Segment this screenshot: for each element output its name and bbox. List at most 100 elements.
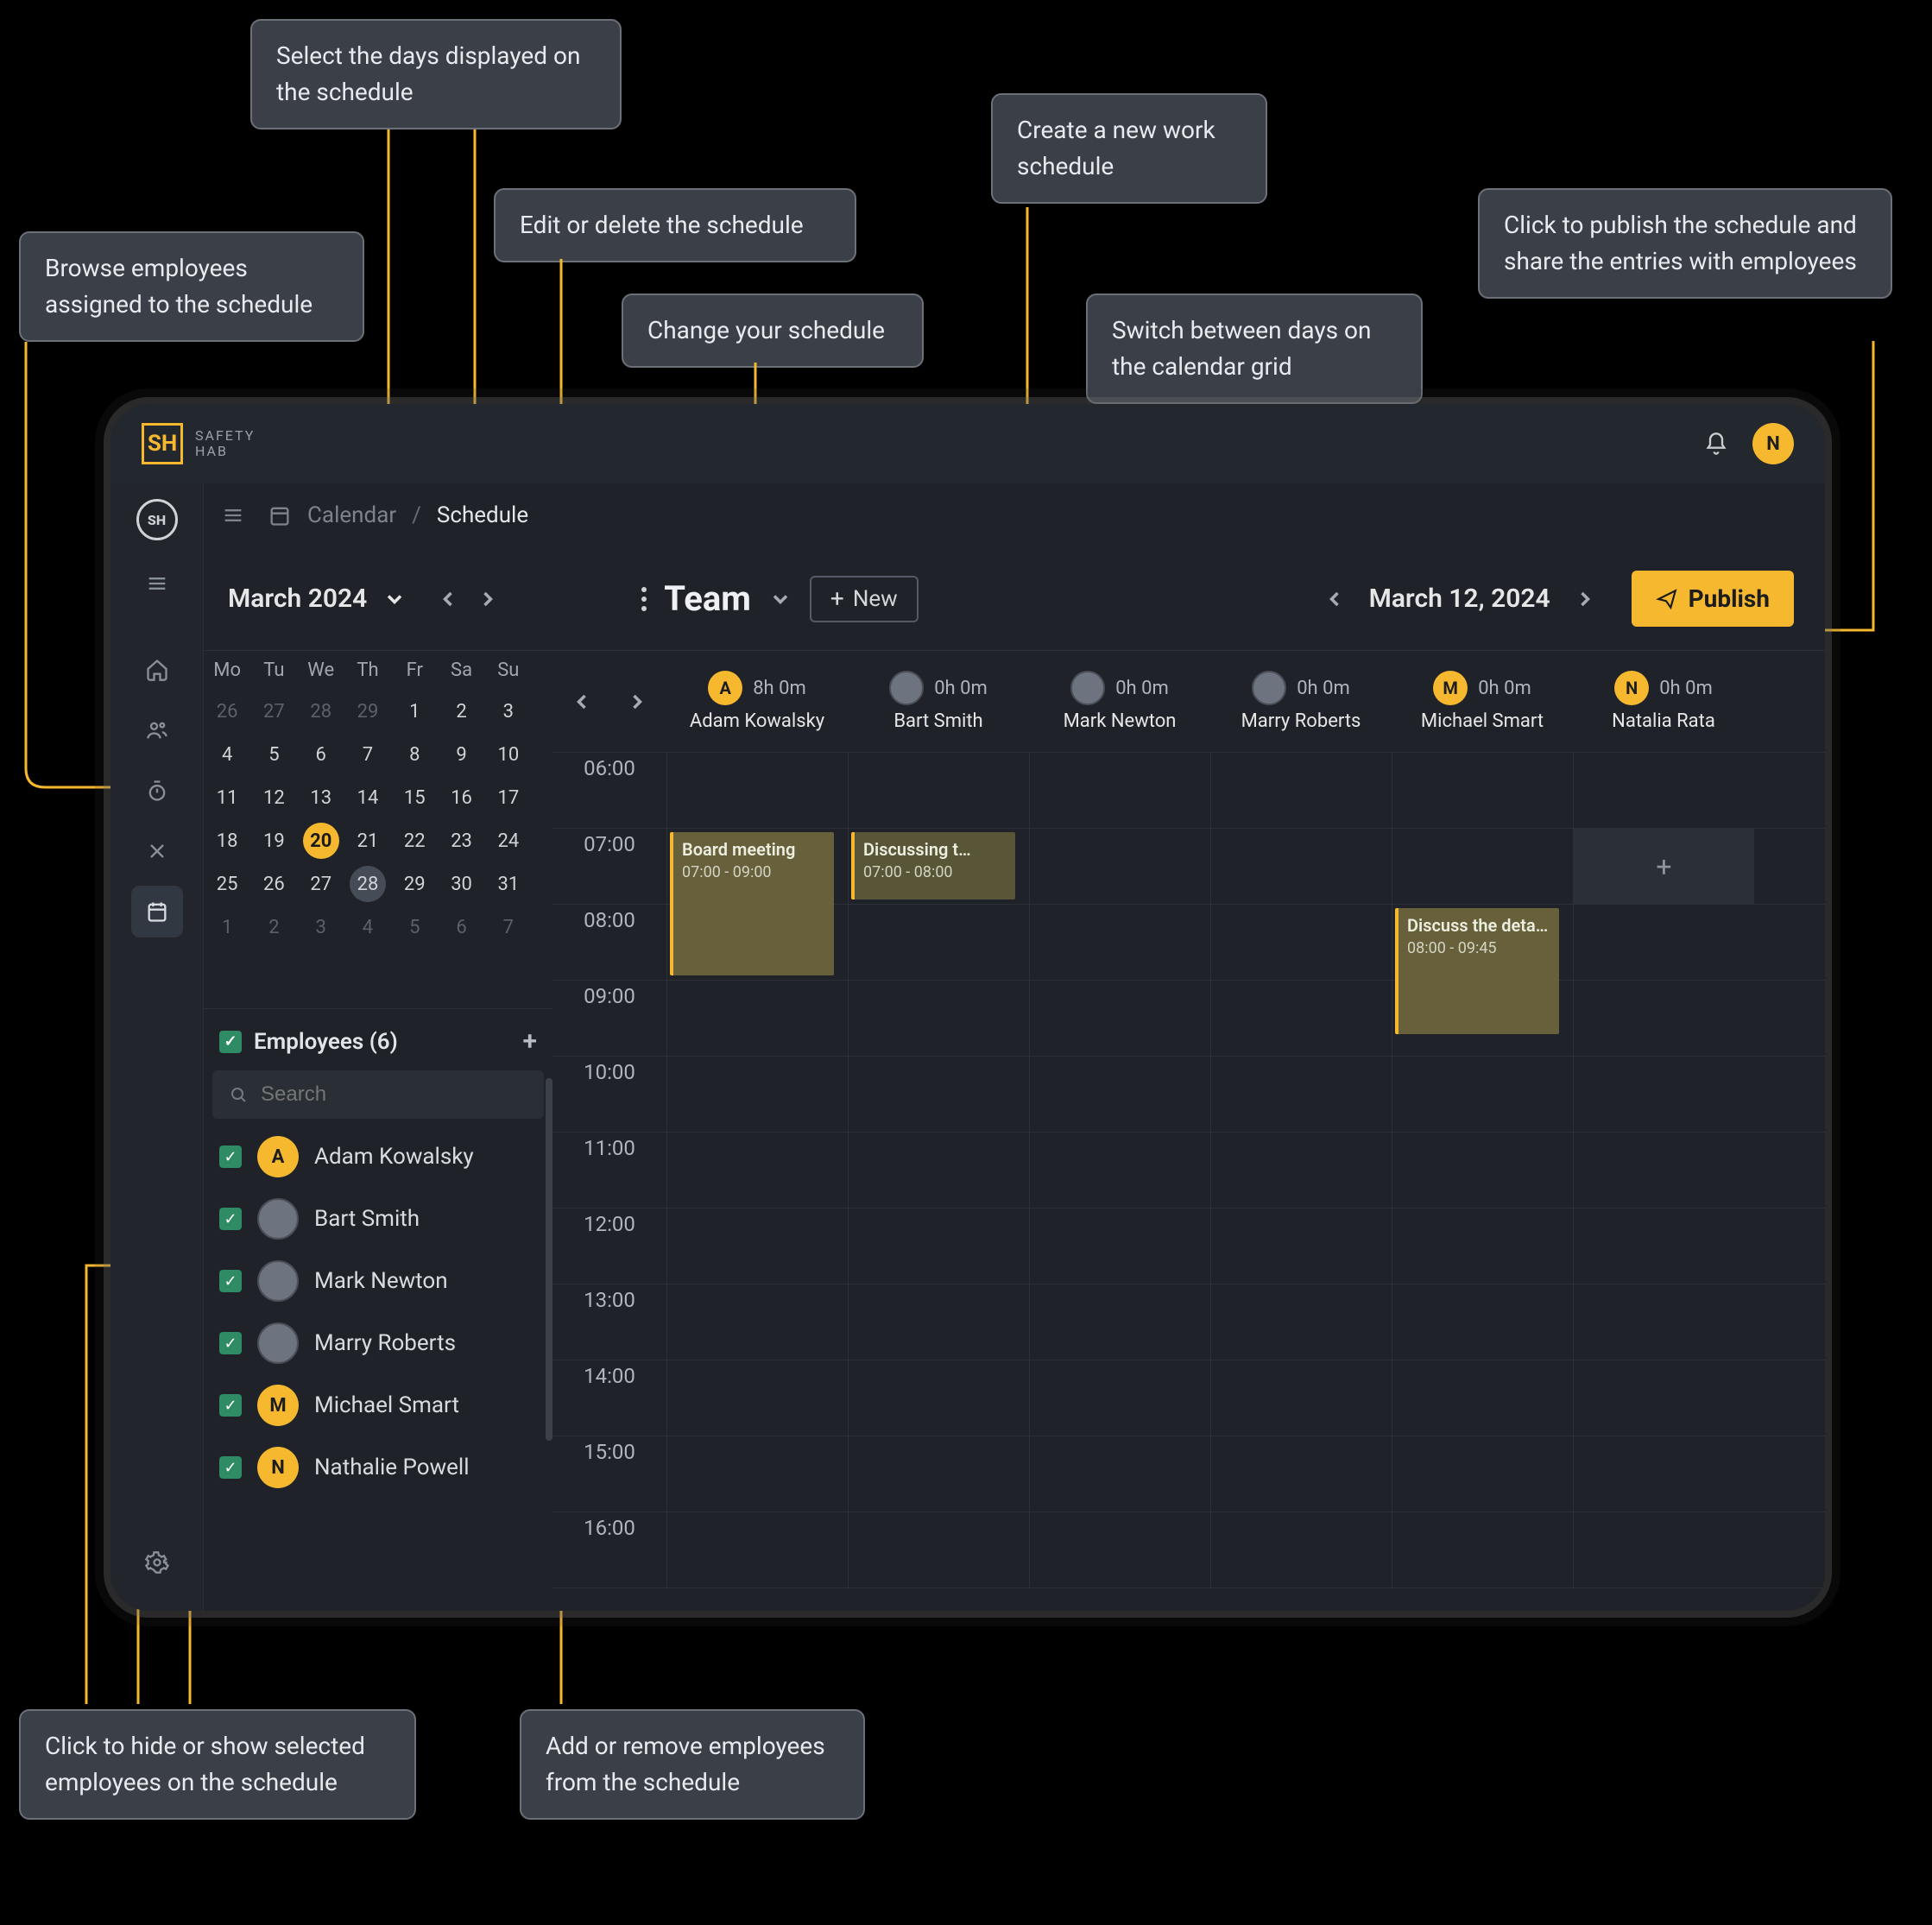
schedule-cell[interactable] (1392, 1284, 1573, 1360)
mini-cal-day[interactable]: 2 (256, 909, 292, 945)
schedule-cell[interactable] (666, 1209, 848, 1284)
schedule-cell[interactable] (848, 753, 1029, 828)
schedule-cell[interactable] (666, 1436, 848, 1512)
schedule-cell[interactable] (848, 1284, 1029, 1360)
schedule-cell[interactable] (1392, 1057, 1573, 1132)
mini-cal-day[interactable]: 3 (490, 693, 527, 729)
check-icon[interactable]: ✓ (219, 1270, 242, 1292)
mini-cal-day[interactable]: 13 (303, 779, 339, 816)
crumb-root[interactable]: Calendar (307, 502, 396, 528)
collapse-icon[interactable] (221, 503, 245, 527)
schedule-cell[interactable] (848, 981, 1029, 1056)
schedule-cell[interactable] (1029, 753, 1210, 828)
schedule-cell[interactable] (1210, 829, 1392, 904)
mini-cal-day[interactable]: 18 (209, 823, 245, 859)
schedule-cell[interactable]: + (1573, 829, 1754, 904)
schedule-cell[interactable] (1392, 829, 1573, 904)
schedule-cell[interactable] (1210, 1360, 1392, 1436)
schedule-cell[interactable] (1573, 1209, 1754, 1284)
add-employee-button[interactable]: + (523, 1026, 538, 1057)
publish-button[interactable]: Publish (1632, 571, 1794, 627)
schedule-cell[interactable] (1392, 1133, 1573, 1208)
schedule-cell[interactable] (1029, 1284, 1210, 1360)
schedule-cell[interactable] (666, 1057, 848, 1132)
mini-cal-day[interactable]: 8 (396, 736, 432, 773)
mini-cal-day[interactable]: 20 (303, 823, 339, 859)
schedule-cell[interactable] (848, 1512, 1029, 1587)
mini-cal-day[interactable]: 2 (444, 693, 480, 729)
schedule-cell[interactable] (1392, 753, 1573, 828)
schedule-cell[interactable] (1210, 753, 1392, 828)
schedule-cell[interactable] (1029, 1133, 1210, 1208)
schedule-cell[interactable] (1392, 1209, 1573, 1284)
employee-item[interactable]: ✓Mark Newton (204, 1250, 552, 1312)
mini-cal-day[interactable]: 16 (444, 779, 480, 816)
employee-item[interactable]: ✓MMichael Smart (204, 1374, 552, 1436)
mini-cal-day[interactable]: 5 (256, 736, 292, 773)
schedule-cell[interactable] (1573, 905, 1754, 980)
schedule-cell[interactable] (848, 1436, 1029, 1512)
employee-item[interactable]: ✓Marry Roberts (204, 1312, 552, 1374)
mini-calendar[interactable]: MoTuWeThFrSaSu26272829123456789101112131… (204, 651, 532, 949)
prev-day-button[interactable] (1319, 584, 1350, 615)
month-selector[interactable]: March 2024 (228, 584, 407, 614)
schedule-cell[interactable] (1392, 1512, 1573, 1587)
next-month-button[interactable] (472, 584, 503, 615)
mini-cal-day[interactable]: 11 (209, 779, 245, 816)
schedule-cell[interactable] (666, 981, 848, 1056)
tools-icon[interactable] (131, 825, 183, 877)
schedule-cell[interactable] (1029, 981, 1210, 1056)
mini-cal-day[interactable]: 21 (350, 823, 386, 859)
mini-cal-day[interactable]: 30 (444, 866, 480, 902)
schedule-cell[interactable] (1210, 905, 1392, 980)
mini-cal-day[interactable]: 3 (303, 909, 339, 945)
hamburger-icon[interactable] (131, 558, 183, 609)
columns-prev-button[interactable] (566, 686, 597, 717)
schedule-menu-button[interactable] (641, 587, 647, 611)
mini-cal-day[interactable]: 28 (303, 693, 339, 729)
mini-cal-day[interactable]: 4 (350, 909, 386, 945)
employee-search-input[interactable] (261, 1082, 528, 1107)
check-icon[interactable]: ✓ (219, 1146, 242, 1168)
event-card[interactable]: Discuss the details08:00 - 09:45 (1395, 908, 1559, 1034)
schedule-cell[interactable] (1029, 829, 1210, 904)
add-entry-icon[interactable]: + (1574, 829, 1754, 904)
mini-cal-day[interactable]: 31 (490, 866, 527, 902)
schedule-cell[interactable] (1029, 1209, 1210, 1284)
mini-cal-day[interactable]: 17 (490, 779, 527, 816)
schedule-cell[interactable] (1573, 1512, 1754, 1587)
schedule-cell[interactable] (1029, 1512, 1210, 1587)
schedule-cell[interactable] (1573, 981, 1754, 1056)
mini-cal-day[interactable]: 29 (350, 693, 386, 729)
schedule-cell[interactable] (1392, 1360, 1573, 1436)
schedule-cell[interactable] (848, 1360, 1029, 1436)
prev-month-button[interactable] (432, 584, 464, 615)
mini-cal-day[interactable]: 4 (209, 736, 245, 773)
schedule-cell[interactable] (1573, 1057, 1754, 1132)
mini-cal-day[interactable]: 26 (256, 866, 292, 902)
mini-cal-day[interactable]: 24 (490, 823, 527, 859)
mini-cal-day[interactable]: 27 (256, 693, 292, 729)
schedule-cell[interactable] (1573, 1436, 1754, 1512)
new-schedule-button[interactable]: + New (810, 576, 919, 622)
schedule-cell[interactable] (1210, 981, 1392, 1056)
check-icon[interactable]: ✓ (219, 1031, 242, 1053)
employees-icon[interactable] (131, 704, 183, 756)
mini-cal-day[interactable]: 7 (350, 736, 386, 773)
timer-icon[interactable] (131, 765, 183, 817)
mini-cal-day[interactable]: 26 (209, 693, 245, 729)
mini-cal-day[interactable]: 12 (256, 779, 292, 816)
schedule-cell[interactable] (666, 1133, 848, 1208)
employees-header[interactable]: ✓ Employees (6) + (204, 1023, 552, 1070)
schedule-cell[interactable] (1573, 1284, 1754, 1360)
user-avatar[interactable]: N (1752, 423, 1794, 464)
schedule-cell[interactable] (1392, 1436, 1573, 1512)
chevron-down-icon[interactable] (382, 587, 407, 611)
schedule-cell[interactable] (1029, 1436, 1210, 1512)
mini-cal-day[interactable]: 5 (396, 909, 432, 945)
bell-icon[interactable] (1704, 432, 1728, 456)
mini-cal-day[interactable]: 1 (209, 909, 245, 945)
mini-cal-day[interactable]: 6 (444, 909, 480, 945)
event-card[interactable]: Board meeting07:00 - 09:00 (670, 832, 834, 975)
mini-cal-day[interactable]: 19 (256, 823, 292, 859)
